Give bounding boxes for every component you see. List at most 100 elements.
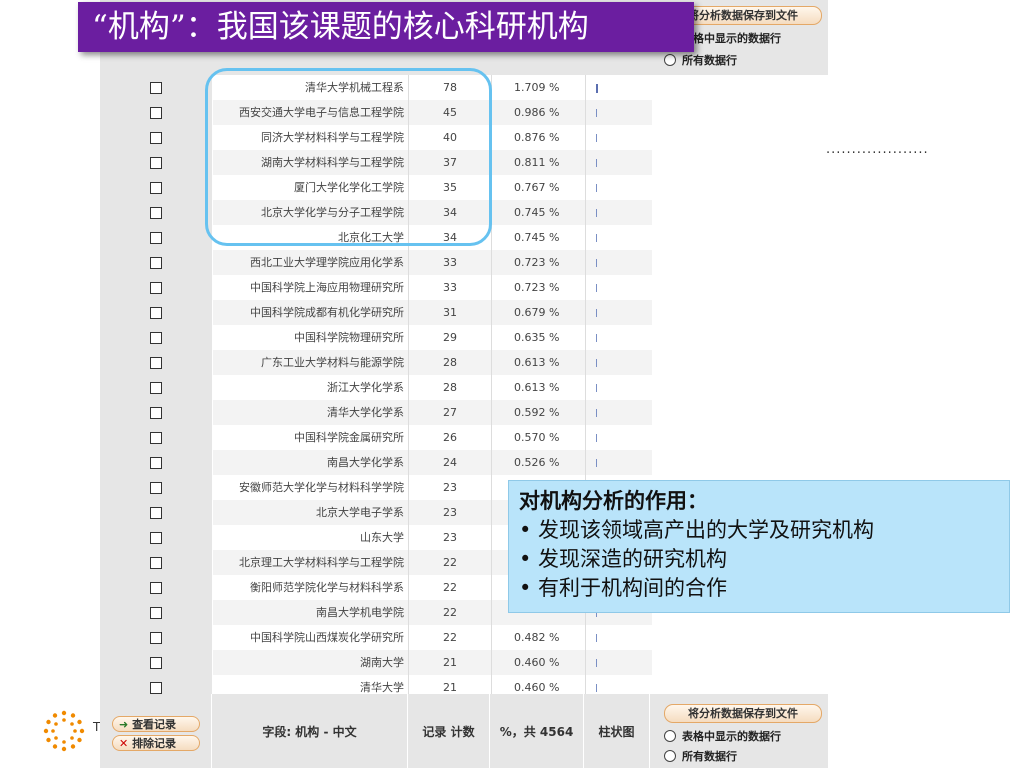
row-checkbox[interactable]: [150, 581, 162, 594]
row-checkbox[interactable]: [150, 506, 162, 519]
institution-name: 北京大学电子学系: [213, 500, 409, 525]
bar-cell: [586, 400, 652, 425]
row-checkbox[interactable]: [150, 156, 162, 169]
record-count: 23: [409, 475, 492, 500]
option-all-rows[interactable]: 所有数据行: [664, 52, 737, 68]
row-checkbox[interactable]: [150, 381, 162, 394]
radio-icon[interactable]: [664, 54, 676, 66]
record-percent: 0.723 %: [492, 250, 586, 275]
option-table-rows-label: 表格中显示的数据行: [682, 730, 781, 743]
record-count: 23: [409, 500, 492, 525]
radio-icon[interactable]: [664, 750, 676, 762]
record-percent: 0.876 %: [492, 125, 586, 150]
bar-cell: [586, 325, 652, 350]
row-checkbox[interactable]: [150, 681, 162, 694]
row-checkbox[interactable]: [150, 356, 162, 369]
record-percent: 0.767 %: [492, 175, 586, 200]
bar-cell: [586, 275, 652, 300]
row-checkbox[interactable]: [150, 181, 162, 194]
option-all-rows-label: 所有数据行: [682, 750, 737, 763]
view-records-button[interactable]: ➜ 查看记录: [112, 716, 200, 732]
institution-name: 安徽师范大学化学与材料科学学院: [213, 475, 409, 500]
bar-mark: [596, 309, 597, 317]
record-percent: 0.723 %: [492, 275, 586, 300]
save-panel-bottom: 将分析数据保存到文件 表格中显示的数据行 所有数据行: [652, 694, 828, 768]
institution-name: 南昌大学化学系: [213, 450, 409, 475]
institution-name: 衡阳师范学院化学与材料科学系: [213, 575, 409, 600]
record-count: 31: [409, 300, 492, 325]
record-actions: ➜ 查看记录 ✕ 排除记录: [100, 694, 212, 768]
table-footer: ➜ 查看记录 ✕ 排除记录 字段: 机构 - 中文 记录 计数 %，共 4564…: [100, 694, 828, 768]
row-checkbox[interactable]: [150, 431, 162, 444]
row-checkbox[interactable]: [150, 631, 162, 644]
record-count: 23: [409, 525, 492, 550]
thomson-reuters-logo-icon: [43, 710, 85, 752]
row-checkbox[interactable]: [150, 256, 162, 269]
table-row: 中国科学院成都有机化学研究所 31 0.679 %: [100, 300, 652, 325]
bar-chart-header: 柱状图: [584, 694, 650, 768]
row-checkbox[interactable]: [150, 81, 162, 94]
row-checkbox-cell: [100, 100, 213, 125]
option-all-rows[interactable]: 所有数据行: [664, 748, 737, 764]
record-count: 33: [409, 275, 492, 300]
record-count: 26: [409, 425, 492, 450]
callout-point: • 发现该领域高产出的大学及研究机构: [519, 518, 875, 542]
record-count: 21: [409, 650, 492, 675]
bar-mark: [596, 334, 597, 342]
row-checkbox[interactable]: [150, 556, 162, 569]
bar-mark: [596, 359, 597, 367]
row-checkbox[interactable]: [150, 281, 162, 294]
table-row: 西北工业大学理学院应用化学系 33 0.723 %: [100, 250, 652, 275]
institution-name: 北京理工大学材料科学与工程学院: [213, 550, 409, 575]
table-row: 南昌大学化学系 24 0.526 %: [100, 450, 652, 475]
record-count-header: 记录 计数: [408, 694, 490, 768]
row-checkbox[interactable]: [150, 106, 162, 119]
record-percent: 0.460 %: [492, 650, 586, 675]
record-count: 28: [409, 350, 492, 375]
row-checkbox[interactable]: [150, 306, 162, 319]
bar-mark: [596, 684, 597, 692]
row-checkbox-cell: [100, 525, 213, 550]
record-percent: 0.482 %: [492, 625, 586, 650]
close-icon: ✕: [119, 737, 129, 750]
record-count: 33: [409, 250, 492, 275]
table-row: 浙江大学化学系 28 0.613 %: [100, 375, 652, 400]
row-checkbox[interactable]: [150, 131, 162, 144]
exclude-records-button[interactable]: ✕ 排除记录: [112, 735, 200, 751]
row-checkbox-cell: [100, 300, 213, 325]
analysis-callout: 对机构分析的作用： • 发现该领域高产出的大学及研究机构 • 发现深造的研究机构…: [508, 480, 1010, 613]
arrow-right-icon: ➜: [119, 718, 129, 731]
record-percent: 0.613 %: [492, 375, 586, 400]
row-checkbox[interactable]: [150, 331, 162, 344]
bar-cell: [586, 125, 652, 150]
row-checkbox[interactable]: [150, 656, 162, 669]
option-table-rows[interactable]: 表格中显示的数据行: [664, 728, 781, 744]
bar-cell: [586, 100, 652, 125]
radio-icon[interactable]: [664, 730, 676, 742]
field-label: 字段: 机构 - 中文: [212, 694, 408, 768]
row-checkbox[interactable]: [150, 206, 162, 219]
row-checkbox[interactable]: [150, 456, 162, 469]
row-checkbox[interactable]: [150, 481, 162, 494]
row-checkbox-cell: [100, 450, 213, 475]
save-to-file-button[interactable]: 将分析数据保存到文件: [664, 704, 822, 723]
row-checkbox-cell: [100, 550, 213, 575]
row-checkbox-cell: [100, 500, 213, 525]
bar-cell: [586, 225, 652, 250]
record-percent: 0.613 %: [492, 350, 586, 375]
record-percent: 0.679 %: [492, 300, 586, 325]
row-checkbox-cell: [100, 150, 213, 175]
bar-mark: [596, 134, 597, 142]
bar-cell: [586, 250, 652, 275]
row-checkbox-cell: [100, 425, 213, 450]
row-checkbox[interactable]: [150, 606, 162, 619]
row-checkbox[interactable]: [150, 406, 162, 419]
institution-name: 中国科学院上海应用物理研究所: [213, 275, 409, 300]
row-checkbox-cell: [100, 275, 213, 300]
row-checkbox[interactable]: [150, 231, 162, 244]
top-institutions-highlight: [205, 68, 492, 246]
table-row: 中国科学院上海应用物理研究所 33 0.723 %: [100, 275, 652, 300]
row-checkbox[interactable]: [150, 531, 162, 544]
row-checkbox-cell: [100, 200, 213, 225]
row-checkbox-cell: [100, 575, 213, 600]
